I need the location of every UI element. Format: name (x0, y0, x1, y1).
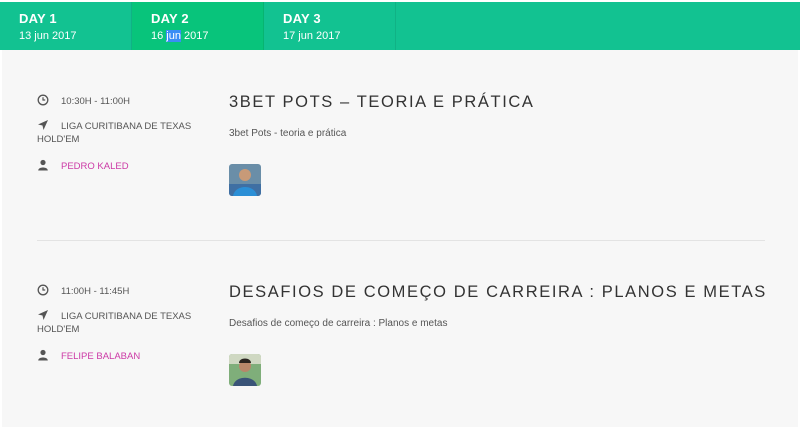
user-icon (38, 159, 48, 171)
session-item: 11:00H - 11:45H LIGA CURITIBANA DE TEXAS… (2, 240, 798, 390)
session-time: 11:00H - 11:45H (61, 286, 130, 297)
tab-day-3[interactable]: DAY 3 17 jun 2017 (264, 2, 396, 50)
session-time-row: 11:00H - 11:45H (37, 284, 221, 298)
session-time-row: 10:30H - 11:00H (37, 94, 221, 108)
day-tabs: DAY 1 13 jun 2017 DAY 2 16 jun 2017 DAY … (0, 2, 800, 50)
tab-day-label: DAY 3 (283, 11, 321, 26)
user-icon (38, 349, 48, 361)
session-speaker-row: FELIPE BALABAN (37, 349, 221, 363)
session-location: LIGA CURITIBANA DE TEXAS HOLD'EM (37, 121, 192, 145)
tab-day-1[interactable]: DAY 1 13 jun 2017 (0, 2, 132, 50)
tab-date-label: 16 jun 2017 (151, 30, 263, 42)
tab-date-label: 13 jun 2017 (19, 30, 77, 42)
session-location: LIGA CURITIBANA DE TEXAS HOLD'EM (37, 311, 192, 335)
speaker-avatar[interactable] (229, 354, 261, 386)
session-location-row: LIGA CURITIBANA DE TEXAS HOLD'EM (37, 120, 197, 146)
tab-date-label: 17 jun 2017 (283, 30, 341, 42)
session-time: 10:30H - 11:00H (61, 96, 131, 107)
tab-date-part: 2017 (180, 30, 209, 42)
session-speaker-row: PEDRO KALED (37, 159, 221, 173)
clock-icon (37, 284, 49, 296)
schedule-content: 10:30H - 11:00H LIGA CURITIBANA DE TEXAS… (2, 50, 798, 427)
tab-day-label: DAY 1 (19, 11, 57, 26)
speaker-avatar[interactable] (229, 164, 261, 196)
session-description: Desafios de começo de carreira : Planos … (229, 318, 448, 329)
session-item: 10:30H - 11:00H LIGA CURITIBANA DE TEXAS… (2, 50, 798, 200)
session-description: 3bet Pots - teoria e prática (229, 128, 347, 139)
session-location-row: LIGA CURITIBANA DE TEXAS HOLD'EM (37, 310, 197, 336)
clock-icon (37, 94, 49, 106)
avatar-image (229, 164, 261, 196)
tab-day-label: DAY 2 (151, 11, 189, 26)
speaker-link[interactable]: FELIPE BALABAN (61, 350, 221, 363)
session-title: DESAFIOS DE COMEÇO DE CARREIRA : PLANOS … (229, 283, 767, 301)
tab-date-highlight: jun (166, 30, 181, 42)
tab-date-part: 16 (151, 30, 167, 42)
avatar-image (229, 354, 261, 386)
session-title: 3BET POTS – TEORIA E PRÁTICA (229, 93, 535, 111)
tab-day-2[interactable]: DAY 2 16 jun 2017 (132, 2, 264, 50)
speaker-link[interactable]: PEDRO KALED (61, 160, 221, 173)
